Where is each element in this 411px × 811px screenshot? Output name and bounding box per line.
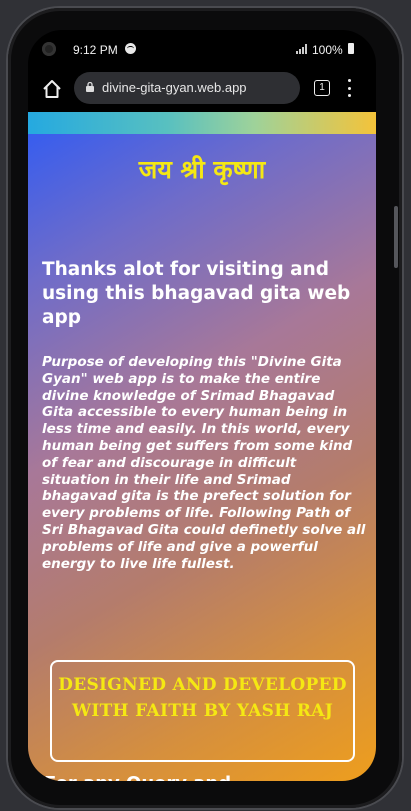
camera-icon bbox=[42, 42, 56, 56]
phone-screen: 9:12 PM 100% divine-gita-gyan.web.app 1 … bbox=[28, 30, 376, 781]
address-bar[interactable]: divine-gita-gyan.web.app bbox=[74, 72, 300, 104]
signal-icon bbox=[296, 44, 307, 54]
battery-icon bbox=[348, 43, 354, 54]
more-menu-icon[interactable] bbox=[348, 79, 352, 97]
credit-box: DESIGNED AND DEVELOPED WITH FAITH BY YAS… bbox=[50, 660, 355, 762]
lock-icon bbox=[86, 82, 94, 92]
top-banner bbox=[28, 112, 376, 134]
spotify-icon bbox=[125, 43, 136, 54]
battery-percentage: 100% bbox=[312, 43, 343, 57]
status-time: 9:12 PM bbox=[73, 43, 118, 57]
page-title: जय श्री कृष्णा bbox=[138, 155, 266, 184]
thanks-heading: Thanks alot for visiting and using this … bbox=[42, 259, 351, 328]
status-bar: 9:12 PM 100% bbox=[28, 30, 376, 70]
browser-toolbar: divine-gita-gyan.web.app 1 bbox=[28, 70, 376, 114]
side-button bbox=[394, 206, 398, 268]
web-page[interactable]: जय श्री कृष्णा Thanks alot for visiting … bbox=[28, 112, 376, 781]
tab-switcher-button[interactable]: 1 bbox=[314, 80, 330, 96]
query-text: For any Query and feedback, Find bbox=[44, 772, 244, 781]
home-icon[interactable] bbox=[42, 79, 62, 99]
purpose-paragraph: Purpose of developing this "Divine Gita … bbox=[42, 354, 366, 572]
url-text: divine-gita-gyan.web.app bbox=[102, 80, 247, 95]
